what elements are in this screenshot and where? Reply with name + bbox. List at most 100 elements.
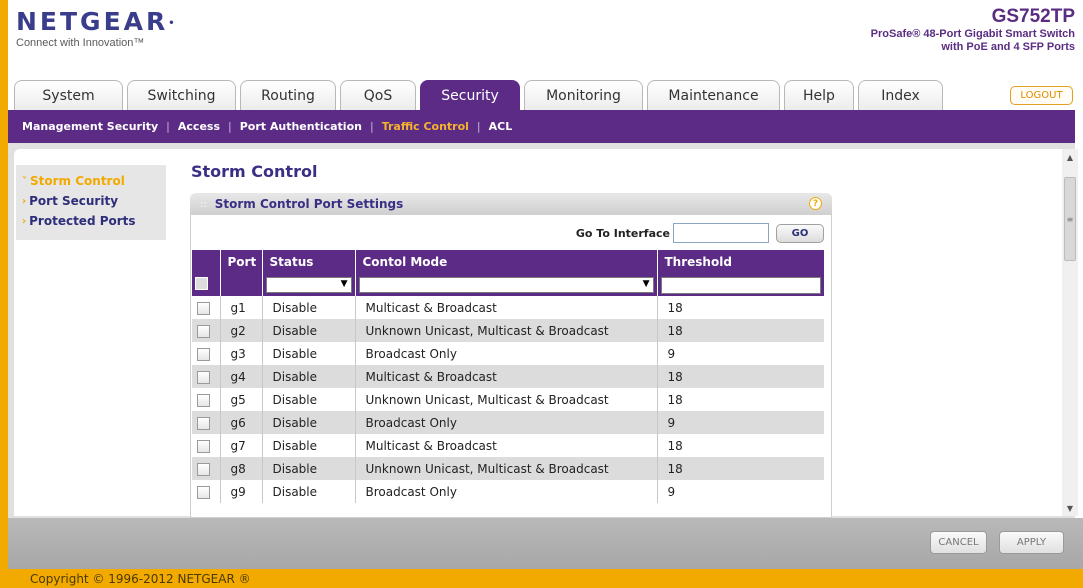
threshold-cell: 18 — [657, 457, 824, 480]
port-cell: g3 — [220, 342, 263, 365]
port-cell: g8 — [220, 457, 263, 480]
status-filter-select[interactable] — [265, 277, 352, 293]
table-row[interactable]: g7 Disable Multicast & Broadcast 18 — [192, 434, 824, 457]
column-header-port: Port — [220, 250, 263, 274]
help-icon[interactable]: ? — [809, 197, 822, 210]
threshold-cell: 18 — [667, 300, 683, 315]
copyright-text: Copyright © 1996-2012 NETGEAR ® — [8, 569, 1083, 588]
column-header-mode: Contol Mode — [355, 250, 658, 274]
scroll-up-arrow-icon[interactable]: ▲ — [1062, 149, 1078, 165]
table-row[interactable]: g2 Disable Unknown Unicast, Multicast & … — [192, 319, 824, 342]
table-row[interactable]: g8 Disable Unknown Unicast, Multicast & … — [192, 457, 824, 480]
row-checkbox[interactable] — [197, 462, 210, 476]
row-checkbox[interactable] — [197, 393, 210, 407]
subnav-port-authentication[interactable]: Port Authentication — [240, 120, 362, 133]
row-checkbox[interactable] — [197, 416, 210, 430]
main-tabs: System Switching Routing QoS Security Mo… — [14, 80, 947, 110]
scroll-down-arrow-icon[interactable]: ▼ — [1062, 500, 1078, 516]
action-bar: CANCEL APPLY — [8, 518, 1083, 569]
go-button[interactable]: GO — [776, 223, 824, 243]
tab-index[interactable]: Index — [858, 80, 943, 110]
panel-header: :: Storm Control Port Settings ? — [190, 193, 832, 215]
table-row[interactable]: g4 Disable Multicast & Broadcast 18 — [192, 365, 824, 388]
port-cell: g1 — [220, 296, 263, 319]
status-cell: Disable — [262, 296, 356, 319]
subnav-access[interactable]: Access — [178, 120, 220, 133]
tab-routing[interactable]: Routing — [240, 80, 336, 110]
threshold-cell: 18 — [667, 438, 683, 453]
mode-cell: Unknown Unicast, Multicast & Broadcast — [355, 319, 658, 342]
sub-navigation: Management Security | Access | Port Auth… — [8, 110, 1075, 143]
tab-qos[interactable]: QoS — [340, 80, 416, 110]
vertical-scrollbar[interactable]: ▲ ≡ ▼ — [1062, 149, 1078, 516]
status-cell: Disable — [262, 365, 356, 388]
row-checkbox[interactable] — [197, 485, 210, 499]
mode-cell: Broadcast Only — [355, 480, 658, 503]
sidemenu-item-storm-control[interactable]: ˅ Storm Control — [16, 171, 166, 191]
mode-cell: Multicast & Broadcast — [355, 296, 658, 319]
table-row[interactable]: g6 Disable Broadcast Only 9 — [192, 411, 824, 434]
threshold-cell: 9 — [667, 346, 676, 361]
mode-cell: Unknown Unicast, Multicast & Broadcast — [355, 388, 658, 411]
column-header-select — [192, 250, 221, 274]
status-cell: Disable — [262, 434, 356, 457]
chevron-right-icon: › — [22, 215, 27, 227]
subnav-traffic-control[interactable]: Traffic Control — [382, 120, 469, 133]
scroll-thumb[interactable]: ≡ — [1064, 177, 1076, 261]
mode-cell: Multicast & Broadcast — [355, 365, 658, 388]
goto-interface: Go To Interface GO — [576, 223, 824, 243]
sidemenu-item-port-security[interactable]: › Port Security — [16, 191, 166, 211]
port-cell: g4 — [220, 365, 263, 388]
row-checkbox[interactable] — [197, 301, 210, 315]
tab-security[interactable]: Security — [420, 80, 520, 110]
port-cell: g7 — [220, 434, 263, 457]
table-row[interactable]: g5 Disable Unknown Unicast, Multicast & … — [192, 388, 824, 411]
table-row[interactable]: g9 Disable Broadcast Only 9 — [192, 480, 824, 503]
subnav-acl[interactable]: ACL — [489, 120, 513, 133]
subnav-separator: | — [476, 120, 481, 133]
threshold-cell: 18 — [657, 319, 824, 342]
status-cell: Disable — [262, 480, 356, 503]
threshold-filter-input[interactable] — [660, 276, 821, 294]
subnav-separator: | — [228, 120, 232, 133]
tab-system[interactable]: System — [14, 80, 123, 110]
sidemenu-label: Protected Ports — [29, 214, 136, 228]
port-cell: g2 — [220, 319, 263, 342]
port-cell: g6 — [220, 411, 263, 434]
chevron-down-icon: ˅ — [22, 175, 27, 187]
mode-cell: Broadcast Only — [355, 411, 658, 434]
tab-help[interactable]: Help — [784, 80, 854, 110]
tab-switching[interactable]: Switching — [127, 80, 236, 110]
tab-monitoring[interactable]: Monitoring — [524, 80, 643, 110]
row-checkbox[interactable] — [197, 347, 210, 361]
subnav-separator: | — [166, 120, 170, 133]
sidemenu-item-protected-ports[interactable]: › Protected Ports — [16, 211, 166, 231]
panel-title: Storm Control Port Settings — [214, 197, 404, 211]
cancel-button[interactable]: CANCEL — [930, 531, 987, 554]
apply-button[interactable]: APPLY — [999, 531, 1064, 554]
mode-filter-select[interactable] — [358, 277, 654, 293]
select-all-checkbox[interactable] — [195, 277, 208, 290]
threshold-cell: 9 — [657, 411, 824, 434]
row-checkbox[interactable] — [197, 439, 210, 453]
goto-interface-input[interactable] — [673, 223, 769, 243]
netgear-logo: NETGEAR• Connect with Innovation™ — [16, 7, 175, 50]
table-row[interactable]: g1 Disable Multicast & Broadcast 18 — [192, 296, 824, 319]
goto-interface-label: Go To Interface — [575, 226, 670, 240]
mode-cell: Multicast & Broadcast — [355, 434, 658, 457]
tab-maintenance[interactable]: Maintenance — [647, 80, 780, 110]
subnav-management-security[interactable]: Management Security — [22, 120, 158, 133]
brand-tagline: Connect with Innovation™ — [16, 37, 145, 49]
model-info: GS752TP ProSafe® 48-Port Gigabit Smart S… — [871, 6, 1075, 54]
sidemenu-label: Port Security — [29, 194, 119, 208]
logout-button[interactable]: LOGOUT — [1010, 86, 1073, 105]
brand-name: NETGEAR — [16, 7, 169, 36]
subnav-separator: | — [369, 120, 374, 133]
side-menu: ˅ Storm Control › Port Security › Protected… — [16, 165, 166, 240]
column-header-threshold: Threshold — [657, 250, 824, 274]
row-checkbox[interactable] — [197, 324, 210, 338]
table-row[interactable]: g3 Disable Broadcast Only 9 — [192, 342, 824, 365]
row-checkbox[interactable] — [197, 370, 210, 384]
status-cell: Disable — [262, 411, 356, 434]
model-description-line2: with PoE and 4 SFP Ports — [941, 41, 1075, 53]
